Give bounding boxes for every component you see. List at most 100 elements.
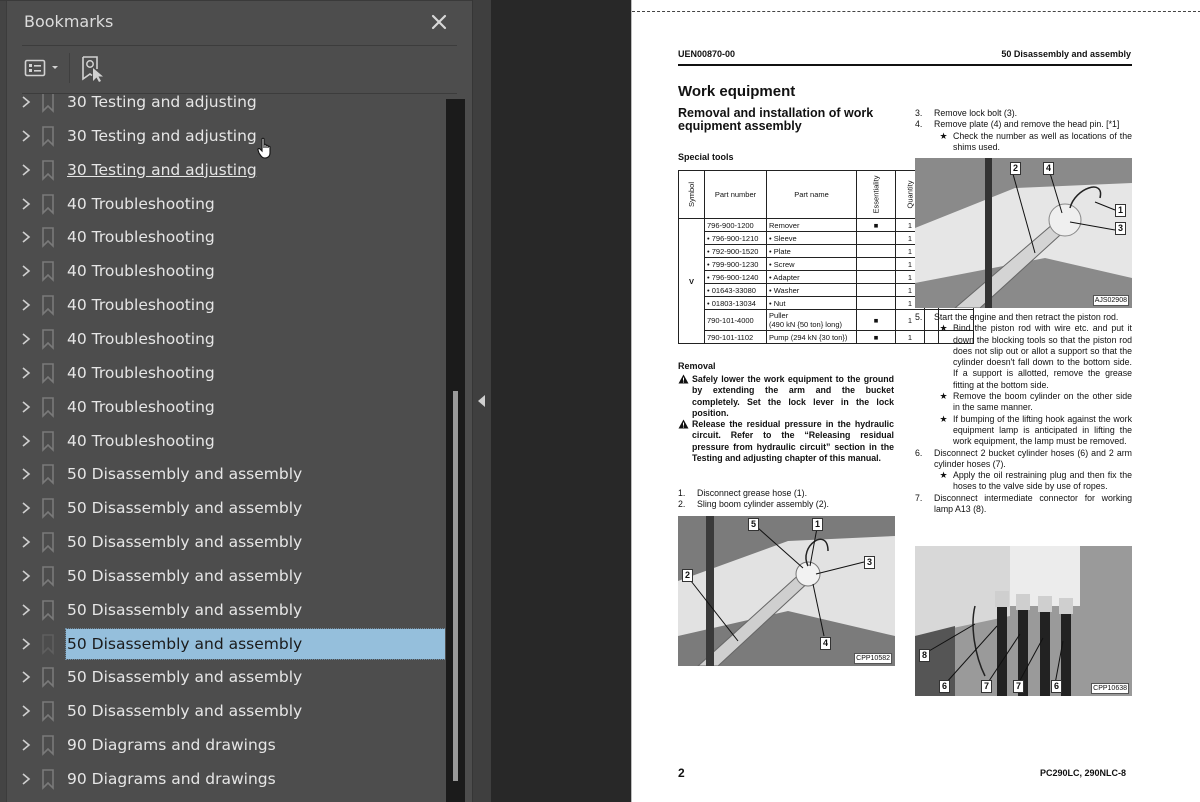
bookmark-item[interactable]: 50 Disassembly and assembly xyxy=(7,593,445,627)
bookmark-item[interactable]: 40 Troubleshooting xyxy=(7,220,445,254)
bookmark-label: 40 Troubleshooting xyxy=(67,363,215,382)
bookmark-label: 40 Troubleshooting xyxy=(67,228,215,247)
scrollbar-thumb[interactable] xyxy=(453,391,458,781)
section-title: Work equipment xyxy=(678,83,796,100)
bookmark-label: 30 Testing and adjusting xyxy=(67,126,257,145)
step-note: ★ Remove the boom cylinder on the other s… xyxy=(939,391,1132,413)
expand-chevron-icon[interactable] xyxy=(19,263,33,279)
bookmark-icon xyxy=(41,768,55,790)
part-name-cell: • Adapter xyxy=(766,270,858,284)
part-name-cell: • Sleeve xyxy=(766,231,858,245)
expand-chevron-icon[interactable] xyxy=(19,771,33,787)
bookmark-item[interactable]: 30 Testing and adjusting xyxy=(7,153,445,187)
bookmark-item[interactable]: 40 Troubleshooting xyxy=(7,288,445,322)
essentiality-cell xyxy=(856,296,896,310)
expand-chevron-icon[interactable] xyxy=(19,737,33,753)
expand-chevron-icon[interactable] xyxy=(19,94,33,110)
part-name-cell: Puller (490 kN {50 ton} long) xyxy=(766,309,858,331)
expand-chevron-icon[interactable] xyxy=(19,500,33,516)
bookmark-label: 30 Testing and adjusting xyxy=(67,160,257,179)
bookmark-item[interactable]: 90 Diagrams and drawings xyxy=(7,728,445,762)
bookmark-item[interactable]: 40 Troubleshooting xyxy=(7,322,445,356)
bookmark-item[interactable]: 40 Troubleshooting xyxy=(7,254,445,288)
bookmarks-panel: Bookmarks 30 Testing and adjusting 30 Tes… xyxy=(0,0,472,802)
step-item: 7. Disconnect intermediate connector for … xyxy=(915,492,1132,515)
bookmark-item[interactable]: 50 Disassembly and assembly xyxy=(7,660,445,694)
expand-chevron-icon[interactable] xyxy=(19,466,33,482)
step-item: 5. Start the engine and then retract the … xyxy=(915,312,1119,322)
expand-chevron-icon[interactable] xyxy=(19,399,33,415)
bookmark-item[interactable]: 40 Troubleshooting xyxy=(7,187,445,221)
bookmark-label: 50 Disassembly and assembly xyxy=(67,566,303,585)
bookmark-icon xyxy=(41,193,55,215)
bookmark-label: 90 Diagrams and drawings xyxy=(67,736,276,755)
find-current-bookmark-button[interactable] xyxy=(80,55,106,83)
bookmark-label: 40 Troubleshooting xyxy=(67,431,215,450)
expand-chevron-icon[interactable] xyxy=(19,534,33,550)
bookmark-icon xyxy=(41,666,55,689)
part-number-cell: • 01803-13034 xyxy=(704,296,768,310)
expand-chevron-icon[interactable] xyxy=(19,196,33,212)
steps-right-bottom: 5. Start the engine and then retract the … xyxy=(915,312,1132,515)
expand-chevron-icon[interactable] xyxy=(19,162,33,178)
bookmark-item[interactable]: 50 Disassembly and assembly xyxy=(7,627,445,661)
bookmark-item[interactable]: 40 Troubleshooting xyxy=(7,424,445,458)
bookmark-item[interactable]: 50 Disassembly and assembly xyxy=(7,525,445,559)
bookmark-icon xyxy=(41,599,55,621)
step-note: ★ If bumping of the lifting hook against … xyxy=(939,413,1132,447)
step-note: ★ Bind the piston rod with wire etc. and … xyxy=(939,323,1132,390)
figure-boom-cylinder-photo: 5 1 3 2 4 CPP10582 xyxy=(678,516,895,666)
bookmark-item[interactable]: 90 Diagrams and drawings xyxy=(7,762,445,796)
essentiality-cell xyxy=(856,270,896,284)
options-menu-button[interactable] xyxy=(24,57,64,79)
toolbar-separator xyxy=(69,53,70,83)
step-item: 2. Sling boom cylinder assembly (2). xyxy=(678,499,830,510)
bookmark-icon xyxy=(41,125,55,147)
expand-chevron-icon[interactable] xyxy=(19,297,33,313)
collapse-panel-arrow-icon[interactable] xyxy=(477,394,486,408)
step-item: 6. Disconnect 2 bucket cylinder hoses (6)… xyxy=(915,447,1132,469)
part-name-cell: • Washer xyxy=(766,283,858,297)
bookmark-item[interactable]: 50 Disassembly and assembly xyxy=(7,491,445,525)
step-item: 3. Remove lock bolt (3). xyxy=(915,108,1018,118)
bookmark-label: 40 Troubleshooting xyxy=(67,296,215,315)
expand-chevron-icon[interactable] xyxy=(19,365,33,381)
part-name-cell: Pump (294 kN {30 ton}) xyxy=(766,330,858,344)
step-item: 4. Remove plate (4) and remove the head p… xyxy=(915,119,1120,130)
expand-chevron-icon[interactable] xyxy=(19,602,33,618)
expand-chevron-icon[interactable] xyxy=(19,703,33,719)
expand-chevron-icon[interactable] xyxy=(19,331,33,347)
list-options-icon xyxy=(24,59,58,77)
symbol-cell: V xyxy=(677,218,706,344)
step-note: ★ Check the number as well as locations o… xyxy=(915,131,1132,154)
model-footer: PC290LC, 290NLC-8 xyxy=(1040,768,1127,778)
expand-chevron-icon[interactable] xyxy=(19,568,33,584)
bookmark-item[interactable]: 30 Testing and adjusting xyxy=(7,119,445,153)
warning-item: Release the residual pressure in the hyd… xyxy=(678,419,894,464)
bookmark-item[interactable]: 40 Troubleshooting xyxy=(7,356,445,390)
bookmark-item[interactable]: 50 Disassembly and assembly xyxy=(7,694,445,728)
bookmark-item[interactable]: 50 Disassembly and assembly xyxy=(7,559,445,593)
figure-boom-head-photo: 2 4 1 3 AJS02908 xyxy=(915,158,1132,308)
bookmark-label: 40 Troubleshooting xyxy=(67,329,215,348)
expand-chevron-icon[interactable] xyxy=(19,669,33,685)
close-panel-button[interactable] xyxy=(428,11,450,33)
expand-chevron-icon[interactable] xyxy=(19,229,33,245)
bookmark-item[interactable]: 30 Testing and adjusting xyxy=(7,94,445,119)
bookmark-label: 50 Disassembly and assembly xyxy=(67,702,303,721)
bookmark-item[interactable]: 40 Troubleshooting xyxy=(7,390,445,424)
expand-chevron-icon[interactable] xyxy=(19,128,33,144)
bookmark-icon xyxy=(41,463,55,486)
expand-chevron-icon[interactable] xyxy=(19,433,33,449)
bookmark-item[interactable]: 50 Disassembly and assembly xyxy=(7,457,445,491)
part-name-cell: • Plate xyxy=(766,244,858,258)
essentiality-cell xyxy=(856,283,896,297)
essentiality-cell: ■ xyxy=(856,218,896,232)
figure-caption: CPP10638 xyxy=(1091,683,1129,694)
part-number-cell: • 01643-33080 xyxy=(704,283,768,297)
bookmark-icon xyxy=(41,362,55,384)
figure-caption: AJS02908 xyxy=(1092,295,1129,306)
close-icon xyxy=(431,14,447,30)
special-tools-label: Special tools xyxy=(678,152,734,162)
expand-chevron-icon[interactable] xyxy=(19,636,33,652)
